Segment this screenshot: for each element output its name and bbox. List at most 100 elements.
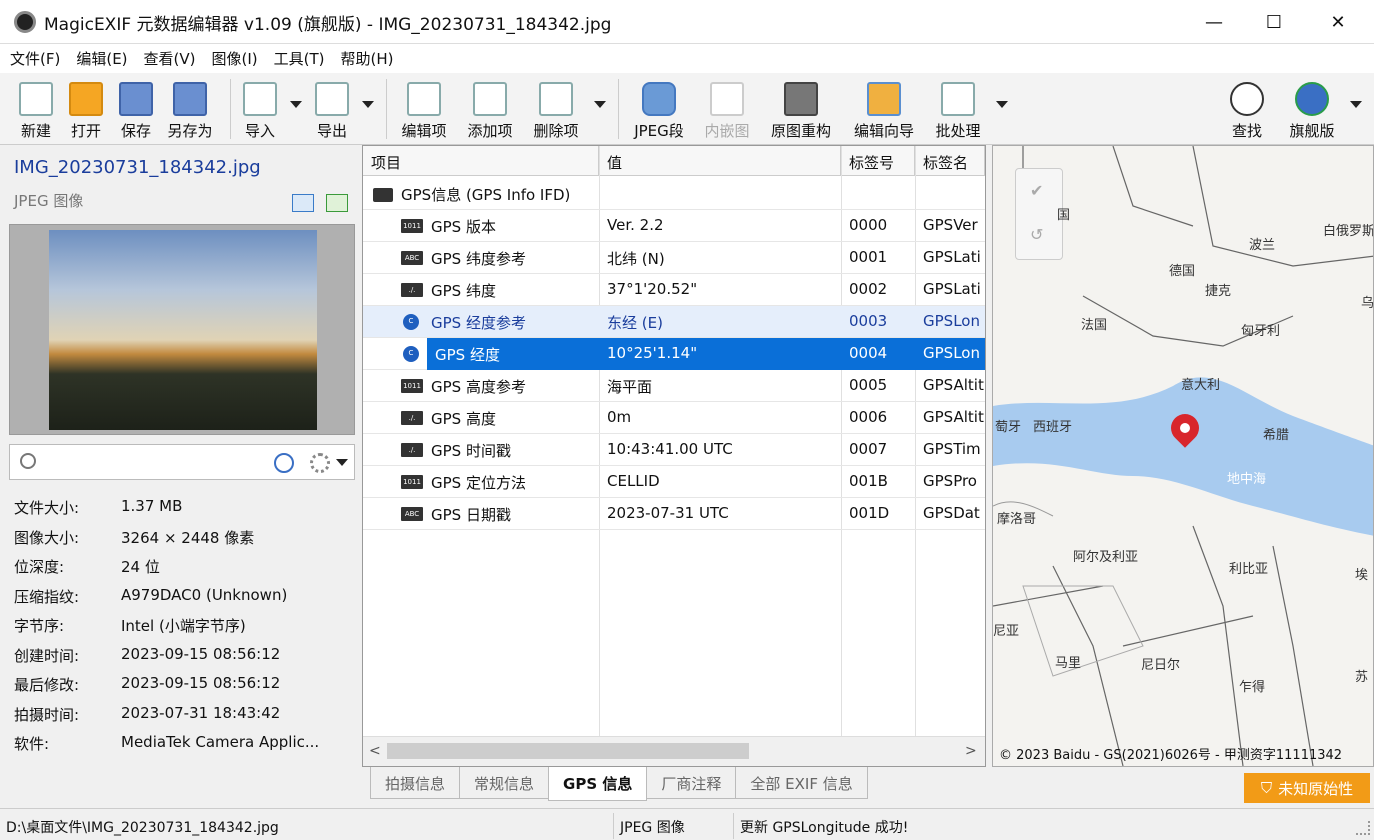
export-dropdown-icon[interactable] bbox=[362, 101, 374, 108]
field-type-icon: C bbox=[403, 314, 419, 330]
row-value: Ver. 2.2 bbox=[607, 216, 664, 234]
item-dropdown-icon[interactable] bbox=[594, 101, 606, 108]
add-item-button[interactable]: 添加项 bbox=[462, 77, 518, 141]
tab-all-exif[interactable]: 全部 EXIF 信息 bbox=[735, 767, 868, 799]
column-header-tag-name[interactable]: 标签名 bbox=[915, 146, 985, 176]
status-type: JPEG 图像 bbox=[614, 813, 734, 839]
horizontal-scrollbar[interactable]: < > bbox=[363, 736, 985, 766]
table-row[interactable]: ./. GPS 纬度 37°1'20.52" 0002 GPSLati bbox=[363, 274, 985, 306]
save-button[interactable]: 保存 bbox=[114, 77, 158, 141]
property-value: 3264 × 2448 像素 bbox=[121, 528, 255, 547]
group-row[interactable]: GPS信息 (GPS Info IFD) bbox=[363, 178, 985, 210]
wizard-icon bbox=[867, 82, 901, 116]
scrollbar-thumb[interactable] bbox=[387, 743, 749, 759]
menu-bar: 文件(F) 编辑(E) 查看(V) 图像(I) 工具(T) 帮助(H) bbox=[0, 44, 1374, 73]
batch-icon bbox=[941, 82, 975, 116]
tab-gps-info[interactable]: GPS 信息 bbox=[548, 767, 648, 801]
new-button[interactable]: 新建 bbox=[14, 77, 58, 141]
row-tag-id: 0007 bbox=[849, 440, 888, 458]
property-value: MediaTek Camera Applic... bbox=[121, 733, 320, 751]
row-value: 北纬 (N) bbox=[607, 250, 665, 268]
rebuild-button[interactable]: 原图重构 bbox=[764, 77, 838, 141]
import-dropdown-icon[interactable] bbox=[290, 101, 302, 108]
property-search-box bbox=[9, 444, 355, 480]
row-tag-name: GPSPro bbox=[923, 472, 977, 490]
save-as-icon bbox=[173, 82, 207, 116]
tab-capture-info[interactable]: 拍摄信息 bbox=[370, 767, 461, 799]
wizard-button[interactable]: 编辑向导 bbox=[846, 77, 922, 141]
image-thumbnail[interactable] bbox=[49, 230, 317, 430]
flagship-dropdown-icon[interactable] bbox=[1350, 101, 1362, 108]
batch-button[interactable]: 批处理 bbox=[928, 77, 988, 141]
table-row[interactable]: ABC GPS 纬度参考 北纬 (N) 0001 GPSLati bbox=[363, 242, 985, 274]
tab-maker-notes[interactable]: 厂商注释 bbox=[646, 767, 737, 799]
row-tag-id: 001D bbox=[849, 504, 890, 522]
flagship-button[interactable]: 旗舰版 bbox=[1282, 77, 1342, 141]
table-row[interactable]: 1011 GPS 定位方法 CELLID 001B GPSPro bbox=[363, 466, 985, 498]
image-preview-icon[interactable] bbox=[326, 194, 348, 212]
export-button[interactable]: 导出 bbox=[310, 77, 354, 141]
menu-view[interactable]: 查看(V) bbox=[134, 48, 202, 69]
edit-item-button[interactable]: 编辑项 bbox=[396, 77, 452, 141]
table-row[interactable]: 1011 GPS 高度参考 海平面 0005 GPSAltit bbox=[363, 370, 985, 402]
row-item-name: GPS 高度参考 bbox=[431, 378, 526, 396]
originality-badge[interactable]: ⛉ 未知原始性 bbox=[1244, 773, 1370, 803]
close-button[interactable]: ✕ bbox=[1306, 0, 1370, 44]
menu-tools[interactable]: 工具(T) bbox=[264, 48, 331, 69]
row-tag-name: GPSTim bbox=[923, 440, 981, 458]
table-row[interactable]: C GPS 经度参考 东经 (E) 0003 GPSLon bbox=[363, 306, 985, 338]
map-label: 乍得 bbox=[1239, 680, 1266, 695]
column-header-item[interactable]: 项目 bbox=[363, 146, 599, 176]
property-search-input[interactable] bbox=[46, 449, 266, 475]
table-row[interactable]: ./. GPS 高度 0m 0006 GPSAltit bbox=[363, 402, 985, 434]
open-button[interactable]: 打开 bbox=[64, 77, 108, 141]
folder-icon bbox=[69, 82, 103, 116]
table-row[interactable]: C GPS 经度 10°25'1.14" 0004 GPSLon bbox=[363, 338, 985, 370]
row-item-name: GPS 经度参考 bbox=[431, 314, 526, 332]
reset-icon[interactable]: ↺ bbox=[1030, 225, 1043, 244]
menu-image[interactable]: 图像(I) bbox=[202, 48, 264, 69]
column-header-value[interactable]: 值 bbox=[599, 146, 841, 176]
property-value: 2023-07-31 18:43:42 bbox=[121, 703, 281, 722]
menu-file[interactable]: 文件(F) bbox=[0, 48, 66, 69]
maximize-button[interactable]: ☐ bbox=[1242, 0, 1306, 44]
property-label: 压缩指纹: bbox=[14, 587, 80, 606]
scroll-right-icon[interactable]: > bbox=[965, 743, 977, 759]
batch-dropdown-icon[interactable] bbox=[996, 101, 1008, 108]
check-icon[interactable]: ✔ bbox=[1030, 181, 1043, 200]
table-row[interactable]: ./. GPS 时间戳 10:43:41.00 UTC 0007 GPSTim bbox=[363, 434, 985, 466]
map-label: 白俄罗斯 bbox=[1323, 224, 1374, 239]
menu-help[interactable]: 帮助(H) bbox=[331, 48, 400, 69]
gear-icon[interactable] bbox=[310, 453, 330, 473]
jpeg-segment-button[interactable]: JPEG段 bbox=[628, 77, 690, 141]
row-tag-name: GPSAltit bbox=[923, 376, 984, 394]
menu-edit[interactable]: 编辑(E) bbox=[66, 48, 133, 69]
row-tag-id: 0002 bbox=[849, 280, 888, 298]
delete-item-button[interactable]: 删除项 bbox=[528, 77, 584, 141]
advanced-search-icon[interactable] bbox=[274, 453, 294, 473]
embedded-image-icon bbox=[710, 82, 744, 116]
minimize-button[interactable]: — bbox=[1182, 0, 1246, 44]
table-row[interactable]: 1011 GPS 版本 Ver. 2.2 0000 GPSVer bbox=[363, 210, 985, 242]
resize-grip-icon[interactable] bbox=[1356, 821, 1370, 835]
import-button[interactable]: 导入 bbox=[238, 77, 282, 141]
property-label: 拍摄时间: bbox=[14, 705, 80, 724]
map-view[interactable]: ✔ ↺ 国白俄罗斯 波兰 德国 捷克乌法国 匈牙利 意大利 萄牙 西班牙 希腊 地中海 摩洛哥 阿尔及… bbox=[992, 145, 1374, 767]
field-type-icon: 1011 bbox=[401, 379, 423, 393]
property-value: 1.37 MB bbox=[121, 497, 183, 515]
table-row[interactable]: ABC GPS 日期戳 2023-07-31 UTC 001D GPSDat bbox=[363, 498, 985, 530]
save-as-button[interactable]: 另存为 bbox=[162, 77, 218, 141]
scroll-left-icon[interactable]: < bbox=[369, 743, 381, 759]
toolbar-separator bbox=[618, 79, 619, 139]
property-label: 文件大小: bbox=[14, 499, 80, 517]
tab-general-info[interactable]: 常规信息 bbox=[459, 767, 550, 799]
row-tag-name: GPSLon bbox=[915, 338, 985, 370]
image-view-icon[interactable] bbox=[292, 194, 314, 212]
property-value: Intel (小端字节序) bbox=[121, 617, 246, 635]
find-button[interactable]: 查找 bbox=[1224, 77, 1270, 141]
user-verified-icon bbox=[1295, 82, 1329, 116]
map-controls: ✔ ↺ bbox=[1015, 168, 1063, 260]
gear-dropdown-icon[interactable] bbox=[336, 459, 348, 466]
column-header-tag-id[interactable]: 标签号 bbox=[841, 146, 915, 176]
embedded-image-button[interactable]: 内嵌图 bbox=[698, 77, 756, 141]
